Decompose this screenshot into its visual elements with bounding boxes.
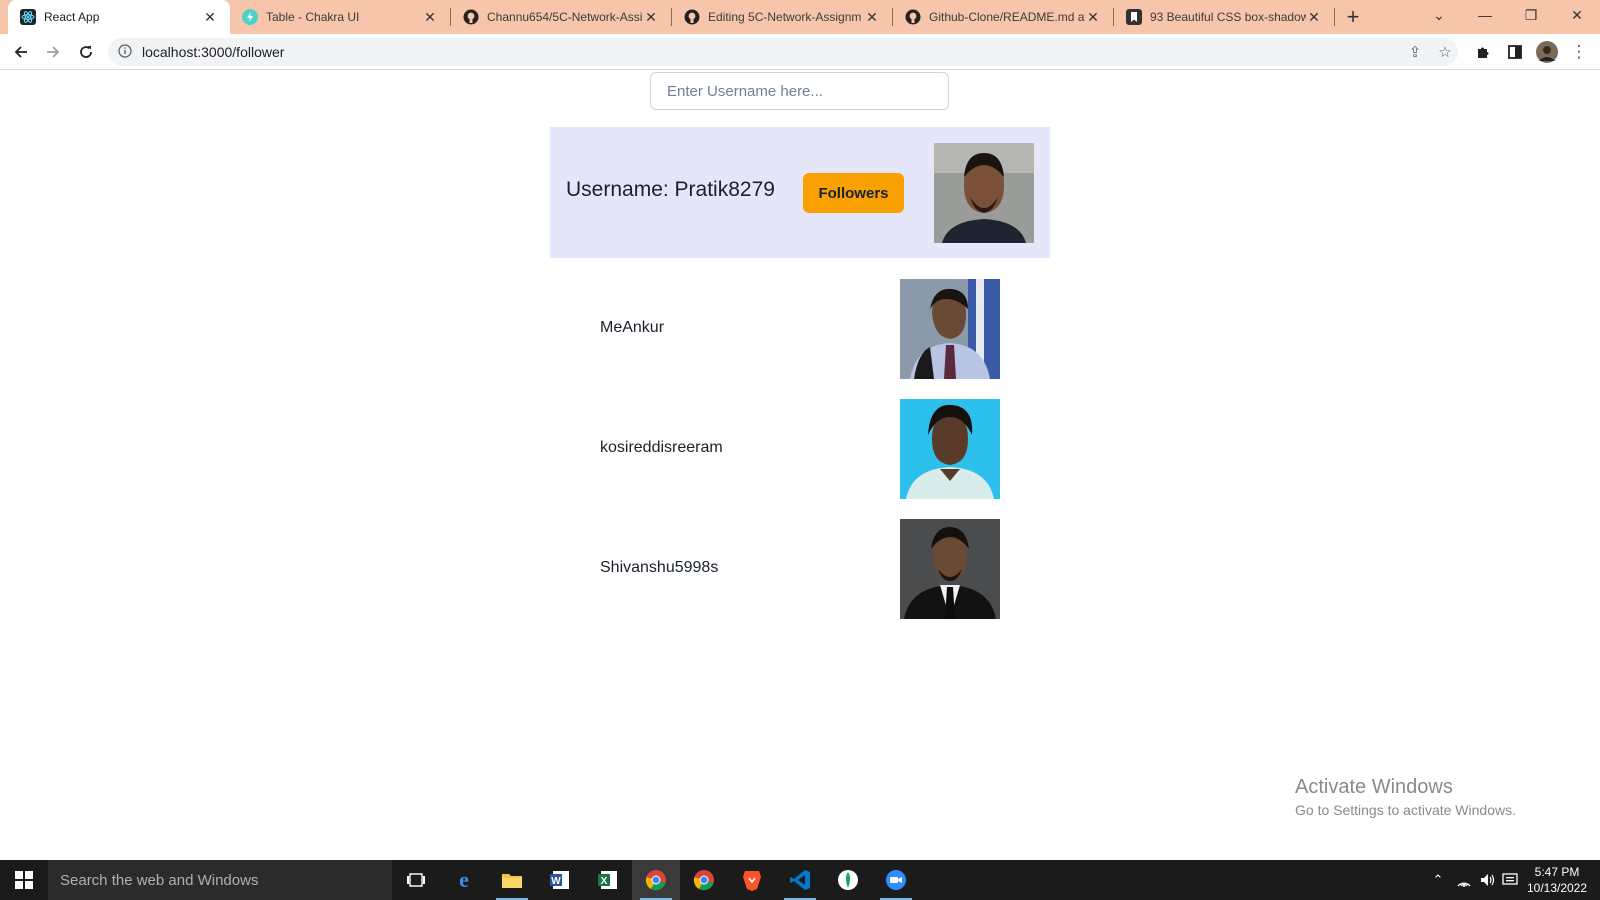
- svg-text:X: X: [601, 876, 608, 887]
- chakra-icon: [242, 9, 258, 25]
- chrome-icon[interactable]: [680, 860, 728, 900]
- tray-chevron-up-icon[interactable]: ⌃: [1428, 870, 1448, 890]
- github-icon: [905, 9, 921, 25]
- new-tab-button[interactable]: +: [1340, 4, 1366, 30]
- close-icon[interactable]: ✕: [422, 9, 438, 25]
- notifications-icon[interactable]: [1500, 870, 1520, 890]
- close-icon[interactable]: ✕: [864, 9, 880, 25]
- profile-avatar-icon[interactable]: [1534, 39, 1560, 65]
- followers-button[interactable]: Followers: [803, 173, 904, 213]
- follower-avatar: [900, 279, 1000, 379]
- follower-row: Shivanshu5998s: [600, 519, 1000, 619]
- mongodb-icon[interactable]: [824, 860, 872, 900]
- minimize-icon[interactable]: —: [1462, 0, 1508, 30]
- tab-title: 93 Beautiful CSS box-shadow: [1150, 10, 1306, 24]
- edge-icon[interactable]: e: [440, 860, 488, 900]
- restore-icon[interactable]: ❐: [1508, 0, 1554, 30]
- close-icon[interactable]: ✕: [202, 9, 218, 25]
- taskbar-search-input[interactable]: Search the web and Windows: [48, 860, 392, 900]
- profile-avatar: [934, 143, 1034, 243]
- github-icon: [684, 9, 700, 25]
- back-arrow-icon[interactable]: [8, 39, 34, 65]
- tab-search-chevron-icon[interactable]: ⌄: [1416, 0, 1462, 30]
- tab-github-editing[interactable]: Editing 5C-Network-Assignm ✕: [672, 0, 892, 34]
- share-icon[interactable]: ⇪: [1406, 43, 1424, 61]
- close-icon[interactable]: ✕: [1306, 9, 1322, 25]
- follower-avatar: [900, 519, 1000, 619]
- watermark-subtitle: Go to Settings to activate Windows.: [1295, 802, 1516, 818]
- zoom-icon[interactable]: [872, 860, 920, 900]
- bookmark-icon: [1126, 9, 1142, 25]
- word-icon[interactable]: W: [536, 860, 584, 900]
- more-menu-icon[interactable]: ⋮: [1566, 39, 1592, 65]
- tab-title: React App: [44, 10, 100, 24]
- volume-icon[interactable]: [1478, 870, 1498, 890]
- profile-card: Username: Pratik8279 Followers: [550, 127, 1050, 258]
- react-icon: [20, 9, 36, 25]
- info-icon[interactable]: [118, 43, 132, 61]
- close-icon[interactable]: ✕: [1085, 9, 1101, 25]
- vscode-icon[interactable]: [776, 860, 824, 900]
- side-panel-icon[interactable]: [1502, 39, 1528, 65]
- file-explorer-icon[interactable]: [488, 860, 536, 900]
- tab-github-readme[interactable]: Github-Clone/README.md at ✕: [893, 0, 1113, 34]
- tab-strip: React App ✕ Table - Chakra UI ✕ Channu65…: [0, 0, 1600, 34]
- tab-github-repo[interactable]: Channu654/5C-Network-Assi ✕: [451, 0, 671, 34]
- task-view-icon[interactable]: [392, 860, 440, 900]
- follower-name: Shivanshu5998s: [600, 559, 719, 576]
- tab-title: Github-Clone/README.md at: [929, 10, 1085, 24]
- reload-icon[interactable]: [73, 39, 99, 65]
- tab-title: Table - Chakra UI: [266, 10, 360, 24]
- browser-toolbar: localhost:3000/follower ⇪ ☆ ⋮: [0, 34, 1600, 70]
- follower-name: kosireddisreeram: [600, 439, 723, 456]
- star-icon[interactable]: ☆: [1436, 43, 1454, 61]
- window-close-icon[interactable]: ✕: [1554, 0, 1600, 30]
- svg-text:W: W: [551, 876, 561, 887]
- network-icon[interactable]: [1454, 870, 1474, 890]
- extensions-puzzle-icon[interactable]: [1470, 39, 1496, 65]
- clock-date: 10/13/2022: [1526, 881, 1588, 895]
- windows-start-icon[interactable]: [0, 860, 48, 900]
- username-search-input[interactable]: [650, 72, 949, 110]
- profile-username: Username: Pratik8279: [566, 178, 775, 201]
- activate-windows-watermark: Activate Windows Go to Settings to activ…: [1295, 776, 1516, 818]
- taskbar-clock[interactable]: 5:47 PM 10/13/2022: [1522, 864, 1592, 896]
- forward-arrow-icon[interactable]: [40, 39, 66, 65]
- tab-title: Channu654/5C-Network-Assi: [487, 10, 643, 24]
- close-icon[interactable]: ✕: [643, 9, 659, 25]
- follower-row: MeAnkur: [600, 279, 1000, 379]
- windows-taskbar: Search the web and Windows e W X ⌃ 5:47 …: [0, 860, 1600, 900]
- tab-react-app[interactable]: React App ✕: [8, 0, 230, 34]
- clock-time: 5:47 PM: [1534, 865, 1580, 879]
- watermark-title: Activate Windows: [1295, 776, 1453, 798]
- github-icon: [463, 9, 479, 25]
- follower-avatar: [900, 399, 1000, 499]
- address-bar[interactable]: localhost:3000/follower ⇪ ☆: [108, 38, 1458, 66]
- url-text: localhost:3000/follower: [142, 44, 285, 60]
- follower-row: kosireddisreeram: [600, 399, 1000, 499]
- brave-icon[interactable]: [728, 860, 776, 900]
- tab-title: Editing 5C-Network-Assignm: [708, 10, 862, 24]
- svg-text:e: e: [459, 869, 469, 891]
- tab-css-box-shadow[interactable]: 93 Beautiful CSS box-shadow ✕: [1114, 0, 1334, 34]
- excel-icon[interactable]: X: [584, 860, 632, 900]
- tab-separator: [1334, 8, 1335, 26]
- tab-chakra-ui[interactable]: Table - Chakra UI ✕: [230, 0, 450, 34]
- chrome-active-icon[interactable]: [632, 860, 680, 900]
- follower-name: MeAnkur: [600, 319, 665, 336]
